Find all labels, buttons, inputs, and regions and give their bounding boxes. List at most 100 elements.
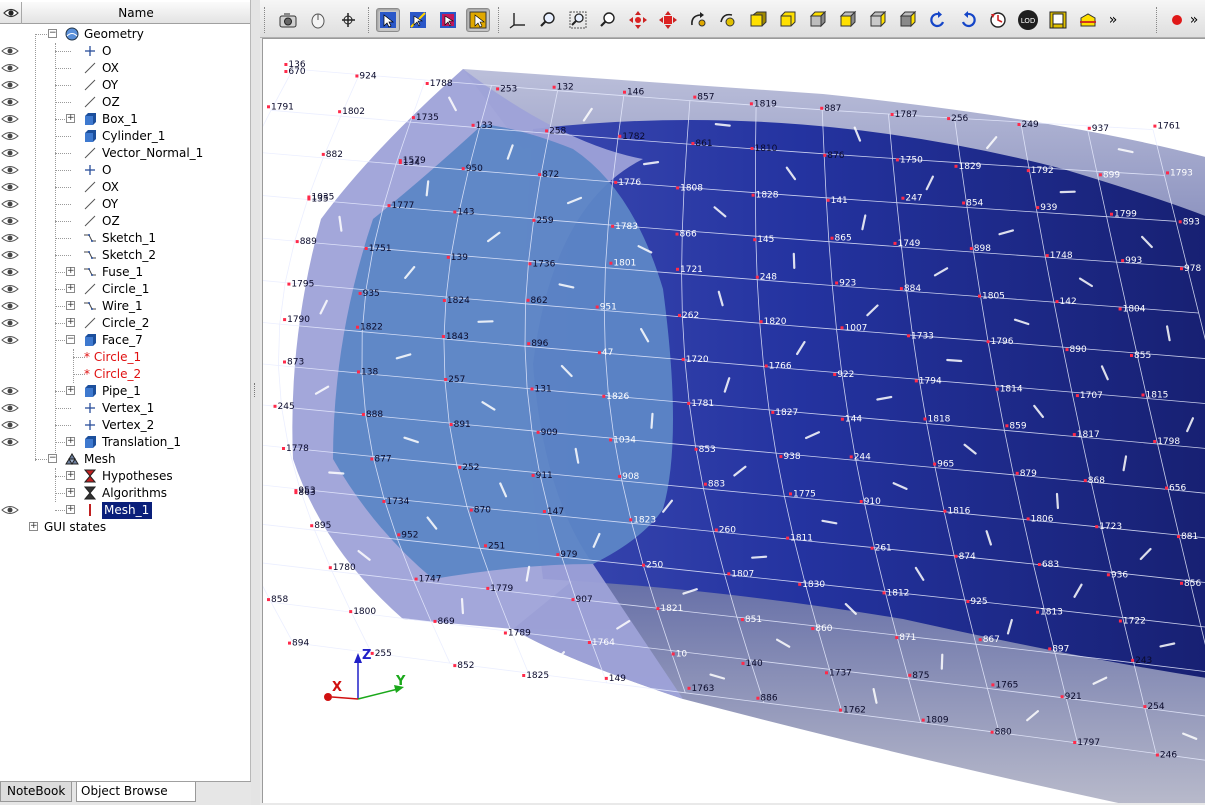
tree-item[interactable]: O [0, 43, 250, 60]
graduated-axes-button[interactable] [1046, 8, 1070, 32]
show-trihedron-button[interactable] [506, 8, 530, 32]
toolbar-overflow-button[interactable]: » [1104, 8, 1122, 32]
tree-item[interactable]: OY [0, 196, 250, 213]
select-volume-button[interactable] [466, 8, 490, 32]
visibility-eye-icon[interactable] [1, 130, 19, 142]
tree-item[interactable]: + Fuse_1 [0, 264, 250, 281]
mesh-scene[interactable]: 1361358631348771338911321311494710262851… [263, 39, 1205, 803]
reset-rotation-point-button[interactable] [716, 8, 740, 32]
panel-splitter[interactable] [251, 0, 260, 805]
view-bottom-button[interactable] [836, 8, 860, 32]
tree-item[interactable]: + Box_1 [0, 111, 250, 128]
collapse-icon[interactable]: − [48, 454, 57, 463]
tree-item[interactable]: Vertex_1 [0, 400, 250, 417]
pan-button[interactable] [626, 8, 650, 32]
visibility-eye-icon[interactable] [1, 419, 19, 431]
tree-item[interactable]: Vertex_2 [0, 417, 250, 434]
rotate-button[interactable] [686, 8, 710, 32]
visibility-eye-icon[interactable] [1, 147, 19, 159]
expand-icon[interactable]: + [66, 284, 75, 293]
expand-icon[interactable]: + [66, 488, 75, 497]
tree-item[interactable]: + Circle_2 [0, 315, 250, 332]
tree-item[interactable]: + Mesh_1 [0, 502, 250, 519]
visibility-eye-icon[interactable] [1, 79, 19, 91]
clipping-plane-button[interactable] [1076, 8, 1100, 32]
collapse-icon[interactable]: − [48, 29, 57, 38]
expand-icon[interactable]: + [66, 437, 75, 446]
expand-icon[interactable]: + [66, 386, 75, 395]
expand-icon[interactable]: + [29, 522, 38, 531]
tree-item[interactable]: + Algorithms [0, 485, 250, 502]
tree-item[interactable]: Cylinder_1 [0, 128, 250, 145]
tree-item[interactable]: * Circle_1 [0, 349, 250, 366]
name-column-header[interactable]: Name [22, 2, 250, 23]
rotate-clockwise-button[interactable] [956, 8, 980, 32]
reset-view-button[interactable] [986, 8, 1010, 32]
visibility-eye-icon[interactable] [1, 300, 19, 312]
visibility-eye-icon[interactable] [1, 113, 19, 125]
tab-object-browser[interactable]: Object Browse [76, 782, 196, 802]
tree-item[interactable]: * Circle_2 [0, 366, 250, 383]
view-right-button[interactable] [896, 8, 920, 32]
zoom-button[interactable] [596, 8, 620, 32]
tree-item[interactable]: + Hypotheses [0, 468, 250, 485]
tab-notebook[interactable]: NoteBook [0, 782, 73, 802]
view-back-button[interactable] [776, 8, 800, 32]
object-tree[interactable]: − Geometry O OX OY OZ + Box_1 Cylinder_1 Vector_N… [0, 26, 250, 776]
tree-item[interactable]: − Geometry [0, 26, 250, 43]
tree-item[interactable]: + Circle_1 [0, 281, 250, 298]
visibility-eye-icon[interactable] [1, 334, 19, 346]
visibility-eye-icon[interactable] [1, 402, 19, 414]
fit-all-button[interactable] [536, 8, 560, 32]
tree-item[interactable]: Sketch_1 [0, 230, 250, 247]
tree-item[interactable]: − Face_7 [0, 332, 250, 349]
expand-icon[interactable]: + [66, 267, 75, 276]
visibility-eye-icon[interactable] [1, 317, 19, 329]
visibility-eye-icon[interactable] [1, 266, 19, 278]
tree-item[interactable]: Sketch_2 [0, 247, 250, 264]
expand-icon[interactable]: + [66, 114, 75, 123]
visibility-eye-icon[interactable] [1, 436, 19, 448]
lod-button[interactable]: LOD [1016, 8, 1040, 32]
tree-item[interactable]: + Translation_1 [0, 434, 250, 451]
visibility-column-header[interactable] [0, 2, 22, 24]
expand-icon[interactable]: + [66, 301, 75, 310]
select-face-button[interactable] [436, 8, 460, 32]
tree-item[interactable]: + GUI states [0, 519, 250, 536]
select-node-button[interactable] [376, 8, 400, 32]
visibility-eye-icon[interactable] [1, 504, 19, 516]
view-front-button[interactable] [746, 8, 770, 32]
expand-icon[interactable]: + [66, 471, 75, 480]
visibility-eye-icon[interactable] [1, 232, 19, 244]
view-left-button[interactable] [866, 8, 890, 32]
visibility-eye-icon[interactable] [1, 164, 19, 176]
visibility-eye-icon[interactable] [1, 283, 19, 295]
tree-item[interactable]: OZ [0, 94, 250, 111]
dump-view-button[interactable] [276, 8, 300, 32]
visibility-eye-icon[interactable] [1, 249, 19, 261]
3d-viewport[interactable]: 136 135 863 134 877 133 891 132 131 149 47 10 262 851… [262, 38, 1205, 803]
visibility-eye-icon[interactable] [1, 215, 19, 227]
trihedron-button[interactable] [336, 8, 360, 32]
visibility-eye-icon[interactable] [1, 45, 19, 57]
rotate-counterclockwise-button[interactable] [926, 8, 950, 32]
visibility-eye-icon[interactable] [1, 181, 19, 193]
visibility-eye-icon[interactable] [1, 198, 19, 210]
select-edge-button[interactable] [406, 8, 430, 32]
global-pan-button[interactable] [656, 8, 680, 32]
visibility-eye-icon[interactable] [1, 62, 19, 74]
view-top-button[interactable] [806, 8, 830, 32]
fit-area-button[interactable] [566, 8, 590, 32]
visibility-eye-icon[interactable] [1, 385, 19, 397]
tree-item[interactable]: O [0, 162, 250, 179]
tree-item[interactable]: − Mesh [0, 451, 250, 468]
tree-item[interactable]: + Wire_1 [0, 298, 250, 315]
tree-item[interactable]: OX [0, 179, 250, 196]
interaction-style-button[interactable] [306, 8, 330, 32]
toolbar-overflow-button-2[interactable]: » [1185, 8, 1203, 32]
expand-icon[interactable]: + [66, 505, 75, 514]
tree-item[interactable]: Vector_Normal_1 [0, 145, 250, 162]
tree-item[interactable]: OY [0, 77, 250, 94]
expand-icon[interactable]: + [66, 318, 75, 327]
tree-item[interactable]: + Pipe_1 [0, 383, 250, 400]
